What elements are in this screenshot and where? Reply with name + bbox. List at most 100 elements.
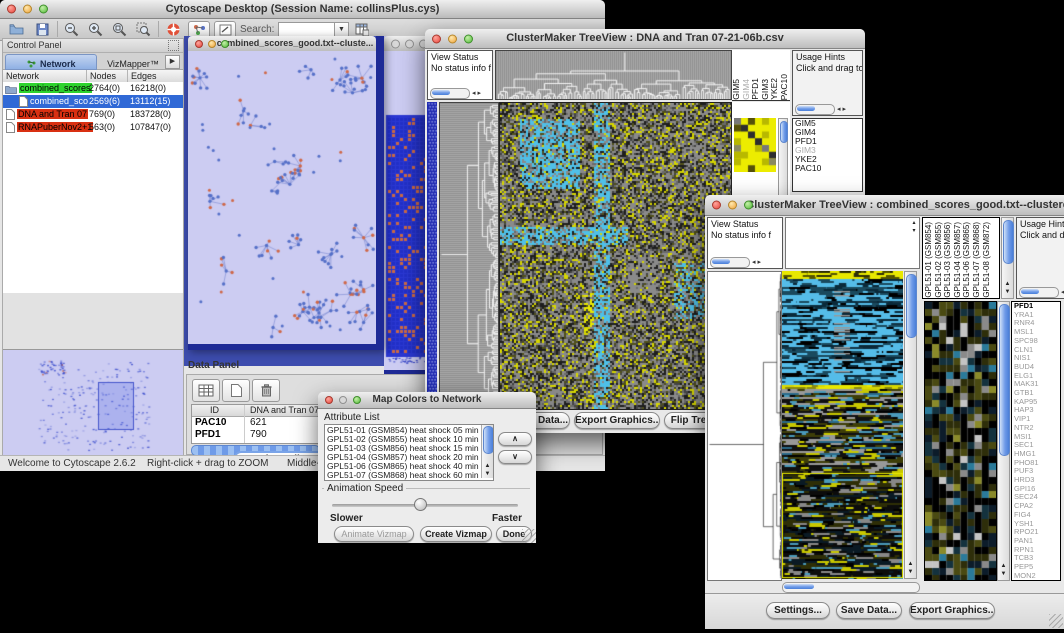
gene-list-vscrollbar[interactable]: ▲ ▼ — [997, 301, 1010, 581]
column-label[interactable]: GPL51-07 (GSM868) — [972, 222, 982, 298]
main-title-bar[interactable]: Cytoscape Desktop (Session Name: collins… — [0, 0, 605, 19]
delete-attribute-button[interactable] — [252, 379, 280, 402]
zoom-window-icon[interactable] — [353, 396, 361, 404]
row-dendrogram[interactable] — [439, 102, 499, 410]
heatmap-vscrollbar[interactable]: ▲ ▼ — [904, 271, 917, 579]
view-status-scrollbar[interactable]: ◂ ▸ — [430, 88, 481, 98]
column-labels-vscrollbar[interactable]: ▲ ▼ — [1001, 217, 1014, 299]
heatmap-canvas[interactable] — [499, 102, 732, 410]
network-row[interactable]: DNA and Tran 07 769(0) 183728(0) — [3, 108, 183, 121]
close-icon[interactable] — [391, 39, 400, 48]
minimize-icon[interactable] — [339, 396, 347, 404]
column-label[interactable]: GPL51-04 (GSM857) — [953, 222, 963, 298]
scroll-left-icon[interactable]: ◂ — [1059, 288, 1064, 297]
scroll-down-icon[interactable]: ▼ — [905, 569, 916, 576]
export-graphics-button[interactable]: Export Graphics... — [909, 602, 995, 619]
export-graphics-button[interactable]: Export Graphics... — [574, 412, 660, 429]
close-icon[interactable] — [195, 40, 203, 48]
scroll-down-icon[interactable]: ▼ — [998, 571, 1009, 578]
window-controls[interactable] — [7, 5, 48, 14]
treeview-combined-title-bar[interactable]: ClusterMaker TreeView : combined_scores_… — [705, 195, 1064, 216]
global-overview-strip[interactable] — [427, 102, 437, 408]
move-down-button[interactable]: ∨ — [498, 450, 532, 464]
tab-overflow-button[interactable]: ▶ — [165, 55, 180, 69]
zoom-selected-button[interactable] — [133, 21, 153, 37]
usage-hints-scrollbar[interactable]: ◂ ▸ — [795, 104, 846, 114]
resize-grip[interactable] — [522, 529, 536, 543]
close-icon[interactable] — [325, 396, 333, 404]
close-icon[interactable] — [7, 5, 16, 14]
dialog-title-bar[interactable]: Map Colors to Network — [318, 392, 536, 409]
zoom-heatmap[interactable] — [734, 118, 776, 172]
tab-network[interactable]: Network — [5, 54, 97, 70]
network-canvas[interactable] — [188, 51, 376, 344]
column-label[interactable]: GPL51-03 (GSM856) — [943, 222, 953, 298]
zoom-window-icon[interactable] — [39, 5, 48, 14]
scroll-down-icon[interactable]: ▼ — [1002, 289, 1013, 296]
help-button[interactable] — [163, 21, 183, 37]
network-overview[interactable] — [3, 349, 183, 462]
minimize-icon[interactable] — [208, 40, 216, 48]
resize-grip[interactable] — [1049, 614, 1063, 628]
zoom-window-icon[interactable] — [221, 40, 229, 48]
gene-label[interactable]: MON2 — [1012, 572, 1060, 581]
attribute-listbox[interactable]: GPL51-01 (GSM854) heat shock 05 minGPL51… — [324, 424, 494, 481]
minimize-icon[interactable] — [23, 5, 32, 14]
column-dendrogram-area[interactable]: ▴ ▾ — [785, 217, 920, 269]
network-view-title-bar[interactable]: combined_scores_good.txt--cluste... — [188, 36, 376, 52]
scroll-up-icon[interactable]: ▲ — [905, 561, 916, 568]
close-icon[interactable] — [712, 201, 721, 210]
column-header-nodes[interactable]: Nodes — [87, 70, 128, 82]
create-vizmap-button[interactable]: Create Vizmap — [420, 526, 492, 542]
zoom-window-icon[interactable] — [744, 201, 753, 210]
column-label[interactable]: GPL51-08 (GSM872) — [982, 222, 992, 298]
view-status-scrollbar[interactable]: ◂ ▸ — [710, 257, 761, 267]
table-export-button[interactable] — [352, 21, 372, 37]
zoom-vscrollbar[interactable] — [778, 118, 788, 204]
column-label[interactable]: GPL51-02 (GSM855) — [934, 222, 944, 298]
scroll-right-icon[interactable]: ▸ — [476, 89, 482, 98]
datapanel-col-id[interactable]: ID — [210, 405, 219, 415]
scroll-down-icon[interactable]: ▼ — [482, 471, 493, 478]
treeview-dna-title-bar[interactable]: ClusterMaker TreeView : DNA and Tran 07-… — [425, 29, 865, 49]
row-dendrogram[interactable] — [707, 271, 782, 581]
minimize-icon[interactable] — [405, 39, 414, 48]
save-data-button[interactable]: Save Data... — [836, 602, 902, 619]
scroll-up-icon[interactable]: ▲ — [1002, 281, 1013, 288]
network-row-selected[interactable]: combined_sco 2569(6) 13112(15) — [3, 95, 183, 108]
scroll-down-icon[interactable]: ▾ — [910, 228, 918, 235]
column-header-network[interactable]: Network — [3, 70, 87, 82]
heatmap-canvas[interactable] — [782, 271, 903, 579]
zoom-window-icon[interactable] — [464, 34, 473, 43]
column-dendrogram[interactable] — [495, 50, 732, 100]
float-panel-icon[interactable] — [168, 40, 179, 51]
open-file-button[interactable] — [6, 21, 26, 37]
animate-vizmap-button[interactable]: Animate Vizmap — [334, 526, 414, 542]
speed-slider-thumb[interactable] — [414, 498, 427, 511]
close-icon[interactable] — [432, 34, 441, 43]
save-button[interactable] — [32, 21, 52, 37]
column-label[interactable]: PAC10 — [780, 74, 790, 100]
settings-button[interactable]: Settings... — [766, 602, 830, 619]
network-row[interactable]: RNAPuberNov2+1 563(0) 107847(0) — [3, 121, 183, 134]
minimize-icon[interactable] — [448, 34, 457, 43]
zoom-in-button[interactable] — [85, 21, 105, 37]
scroll-right-icon[interactable]: ▸ — [756, 258, 762, 267]
minimize-icon[interactable] — [728, 201, 737, 210]
zoom-out-button[interactable] — [61, 21, 81, 37]
move-up-button[interactable]: ∧ — [498, 432, 532, 446]
scroll-up-icon[interactable]: ▲ — [998, 563, 1009, 570]
column-header-edges[interactable]: Edges — [128, 70, 183, 82]
network-row[interactable]: combined_scores 2764(0) 16218(0) — [3, 82, 183, 95]
scroll-right-icon[interactable]: ▸ — [841, 105, 847, 114]
zoom-fit-button[interactable] — [109, 21, 129, 37]
tab-vizmapper[interactable]: VizMapper™ — [97, 54, 169, 68]
attribute-vscrollbar[interactable]: ▲ ▼ — [481, 425, 493, 478]
heatmap-hscrollbar[interactable] — [782, 582, 920, 593]
new-attribute-button[interactable] — [222, 379, 250, 402]
column-label[interactable]: GPL51-01 (GSM854) — [924, 222, 934, 298]
usage-hints-scrollbar[interactable]: ◂ — [1019, 287, 1064, 297]
gene-label[interactable]: PAC10 — [793, 164, 862, 173]
column-label[interactable]: GPL51-06 (GSM865) — [962, 222, 972, 298]
scroll-up-icon[interactable]: ▲ — [482, 463, 493, 470]
